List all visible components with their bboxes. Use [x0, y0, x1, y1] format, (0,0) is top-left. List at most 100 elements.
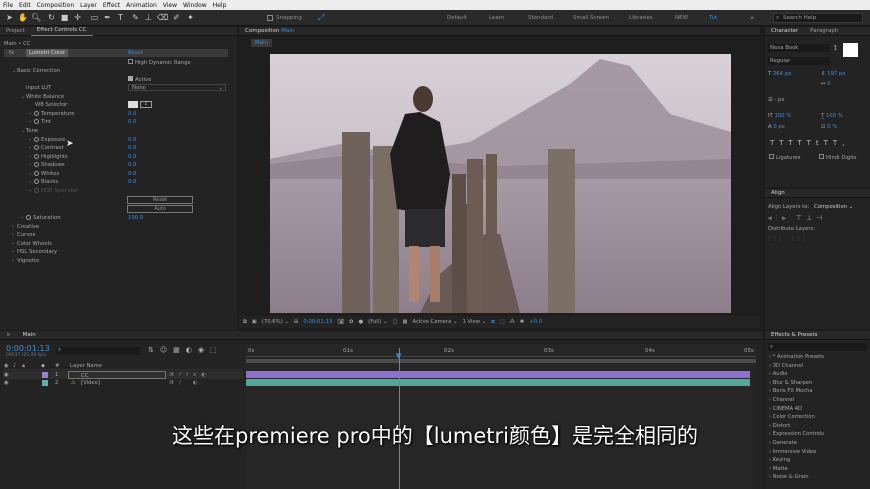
- hand-tool-icon[interactable]: ✋: [18, 13, 28, 22]
- effect-name[interactable]: Lumetri Color: [26, 49, 68, 57]
- workspace-default[interactable]: Default: [447, 15, 467, 21]
- effects-category[interactable]: › Matte: [769, 466, 788, 472]
- section-color-wheels[interactable]: › Color Wheels: [12, 241, 52, 247]
- font-style-select[interactable]: Regular: [768, 57, 830, 65]
- stopwatch-icon[interactable]: [34, 145, 39, 150]
- basic-correction-section[interactable]: ⌄Basic Correction: [12, 68, 60, 74]
- layer-row[interactable]: ◉ 1 CC ⌘/fx◐: [3, 371, 243, 379]
- channel-icon[interactable]: ●: [359, 319, 364, 325]
- snapping-checkbox[interactable]: [267, 15, 273, 21]
- wb-color-swatch[interactable]: [128, 101, 138, 108]
- visibility-icon[interactable]: ◉: [4, 379, 9, 387]
- stopwatch-icon[interactable]: [34, 119, 39, 124]
- effects-category[interactable]: › Channel: [769, 397, 794, 403]
- tab-paragraph[interactable]: Paragraph: [804, 27, 844, 36]
- menu-file[interactable]: File: [3, 2, 13, 9]
- zoom-tool-icon[interactable]: 🔍︎: [31, 13, 41, 22]
- shadows-value[interactable]: 0.0: [128, 162, 136, 168]
- roto-brush-icon[interactable]: ✐: [172, 13, 181, 22]
- layer-name[interactable]: [Video]: [81, 379, 100, 387]
- stopwatch-icon[interactable]: [26, 215, 31, 220]
- align-buttons[interactable]: ⫷⫶⫸ ⊤⊥⊣: [768, 214, 826, 223]
- section-creative[interactable]: › Creative: [12, 224, 39, 230]
- effects-category[interactable]: › CINEMA 4D: [769, 406, 802, 412]
- camera-select[interactable]: Active Camera ⌄: [412, 319, 457, 325]
- effects-category[interactable]: › Noise & Grain: [769, 474, 809, 480]
- faux-bold-icon[interactable]: T: [770, 139, 779, 147]
- align-to-select[interactable]: Composition ⌄: [814, 204, 853, 210]
- section-hsl-secondary[interactable]: › HSL Secondary: [12, 249, 57, 255]
- layer-switches[interactable]: ⌘/ ◐: [169, 379, 202, 387]
- stopwatch-icon[interactable]: [34, 111, 39, 116]
- stopwatch-icon[interactable]: [34, 154, 39, 159]
- search-help-input[interactable]: ⌕ Search Help: [773, 13, 863, 23]
- hdr-checkbox-row[interactable]: High Dynamic Range: [128, 59, 191, 66]
- camera-tool-icon[interactable]: ■: [60, 13, 69, 22]
- playhead[interactable]: [399, 348, 400, 489]
- rectangle-tool-icon[interactable]: ▭: [90, 13, 99, 22]
- safe-margins-icon[interactable]: ▣: [252, 319, 257, 325]
- puppet-tool-icon[interactable]: ✦: [186, 13, 195, 22]
- temperature-value[interactable]: 0.0: [128, 111, 136, 117]
- viewer-options-icon[interactable]: ⧉: [243, 319, 247, 326]
- time-ruler[interactable]: 0s 01s 02s 03s 04s 05s: [246, 346, 756, 357]
- snapshot-icon[interactable]: 📷︎: [337, 319, 344, 325]
- menu-edit[interactable]: Edit: [19, 2, 31, 9]
- workspace-new[interactable]: NEW: [675, 15, 688, 21]
- stopwatch-icon[interactable]: [34, 171, 39, 176]
- tint-value[interactable]: 0.0: [128, 119, 136, 125]
- saturation-value[interactable]: 100.0: [128, 215, 143, 221]
- leading-row[interactable]: ⇕ 197 px: [821, 71, 845, 77]
- menu-animation[interactable]: Animation: [126, 2, 157, 9]
- small-caps-icon[interactable]: Tt: [807, 139, 824, 147]
- timeline-track-area[interactable]: 0s 01s 02s 03s 04s 05s ▼: [246, 344, 756, 489]
- tab-effects-presets[interactable]: Effects & Presets: [765, 331, 824, 340]
- contrast-value[interactable]: 0.0: [128, 145, 136, 151]
- effects-category[interactable]: › Blur & Sharpen: [769, 380, 812, 386]
- hindi-digits-checkbox[interactable]: Hindi Digits: [819, 154, 857, 161]
- type-tool-icon[interactable]: T: [116, 13, 125, 22]
- selection-tool-icon[interactable]: ➤: [5, 13, 14, 22]
- font-family-select[interactable]: Nexa Book: [768, 44, 830, 52]
- tab-composition-main[interactable]: Composition Main: [239, 27, 300, 36]
- workspace-small-screen[interactable]: Small Screen: [573, 15, 609, 21]
- eyedropper-icon[interactable]: ⟟: [834, 44, 837, 53]
- tab-main-timeline[interactable]: Main: [17, 331, 42, 340]
- menu-help[interactable]: Help: [213, 2, 227, 9]
- fast-preview-icon[interactable]: ⧈: [491, 319, 494, 326]
- grid-icon[interactable]: ⊞: [294, 319, 298, 325]
- workspace-overflow-icon[interactable]: »: [750, 14, 754, 22]
- section-curves[interactable]: › Curves: [12, 232, 35, 238]
- menu-view[interactable]: View: [163, 2, 177, 9]
- tab-character[interactable]: Character: [765, 27, 804, 36]
- tracking-row[interactable]: ↔ 0: [821, 81, 831, 87]
- views-select[interactable]: 1 View ⌄: [462, 319, 486, 325]
- label-color[interactable]: [42, 372, 48, 378]
- tone-reset-button[interactable]: Reset: [127, 196, 193, 204]
- resolution-select[interactable]: (Full) ⌄: [368, 319, 387, 325]
- faux-italic-icon[interactable]: T: [779, 139, 788, 147]
- label-color[interactable]: [42, 380, 48, 386]
- active-checkbox-row[interactable]: Active: [128, 76, 151, 83]
- fx-toggle[interactable]: fx: [9, 50, 14, 56]
- close-icon[interactable]: ×: [0, 331, 17, 340]
- effects-category[interactable]: › Keying: [769, 457, 790, 463]
- effects-category[interactable]: › Boris FX Mocha: [769, 388, 813, 394]
- menu-composition[interactable]: Composition: [37, 2, 74, 9]
- sub-tab-main[interactable]: Main: [251, 39, 273, 47]
- tone-auto-button[interactable]: Auto: [127, 205, 193, 213]
- stopwatch-icon[interactable]: [34, 179, 39, 184]
- clone-tool-icon[interactable]: ⊥: [144, 13, 153, 22]
- timeline-icon[interactable]: ⬚: [500, 319, 505, 325]
- pan-behind-tool-icon[interactable]: ✛: [73, 13, 82, 22]
- effects-category[interactable]: › 3D Channel: [769, 363, 803, 369]
- tsume-row[interactable]: ⊡ 0 %: [821, 124, 837, 130]
- layer-bar-video[interactable]: [246, 379, 750, 386]
- layer-name[interactable]: CC: [68, 371, 166, 379]
- workspace-learn[interactable]: Learn: [489, 15, 504, 21]
- stopwatch-icon[interactable]: [34, 162, 39, 167]
- work-area-bar[interactable]: [246, 359, 756, 363]
- highlights-value[interactable]: 0.0: [128, 154, 136, 160]
- subscript-icon[interactable]: T,: [833, 139, 850, 147]
- snap-options-icon[interactable]: ⤢: [318, 13, 324, 23]
